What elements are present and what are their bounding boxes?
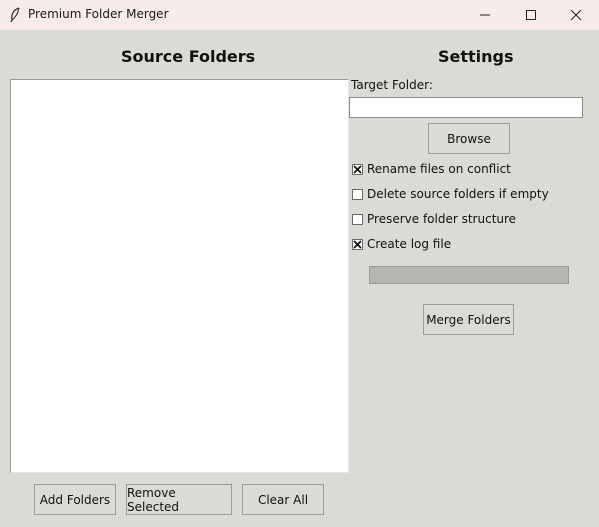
checkmark-icon (353, 239, 362, 249)
maximize-button[interactable] (508, 0, 554, 30)
close-button[interactable] (553, 0, 599, 30)
maximize-icon (526, 10, 536, 20)
checkbox[interactable] (352, 238, 363, 250)
option-rename-on-conflict[interactable]: Rename files on conflict (352, 161, 511, 177)
checkmark-icon (353, 164, 362, 174)
target-folder-input[interactable] (349, 97, 583, 118)
option-label: Preserve folder structure (367, 212, 517, 226)
browse-button[interactable]: Browse (428, 123, 510, 154)
window-title: Premium Folder Merger (28, 7, 169, 21)
checkbox[interactable] (352, 163, 363, 175)
source-folders-heading: Source Folders (121, 47, 256, 66)
option-label: Delete source folders if empty (367, 187, 549, 201)
option-label: Rename files on conflict (367, 162, 511, 176)
title-bar: Premium Folder Merger (0, 0, 599, 30)
clear-all-button[interactable]: Clear All (242, 484, 324, 515)
remove-selected-button[interactable]: Remove Selected (126, 484, 232, 515)
minimize-icon (480, 14, 490, 16)
option-preserve-structure[interactable]: Preserve folder structure (352, 211, 516, 227)
minimize-button[interactable] (462, 0, 508, 30)
feather-icon (9, 7, 21, 23)
option-create-log-file[interactable]: Create log file (352, 236, 451, 252)
source-folders-list[interactable] (10, 79, 349, 473)
close-icon (570, 9, 582, 21)
add-folders-button[interactable]: Add Folders (34, 484, 116, 515)
option-label: Create log file (367, 237, 452, 251)
merge-folders-button[interactable]: Merge Folders (423, 304, 514, 335)
app-window: Premium Folder Merger Source Folders Add… (0, 0, 599, 527)
option-delete-empty-sources[interactable]: Delete source folders if empty (352, 186, 549, 202)
settings-heading: Settings (438, 47, 514, 66)
checkbox[interactable] (352, 188, 363, 200)
checkbox[interactable] (352, 213, 363, 225)
target-folder-label: Target Folder: (351, 78, 433, 92)
merge-progress-bar (369, 266, 569, 284)
